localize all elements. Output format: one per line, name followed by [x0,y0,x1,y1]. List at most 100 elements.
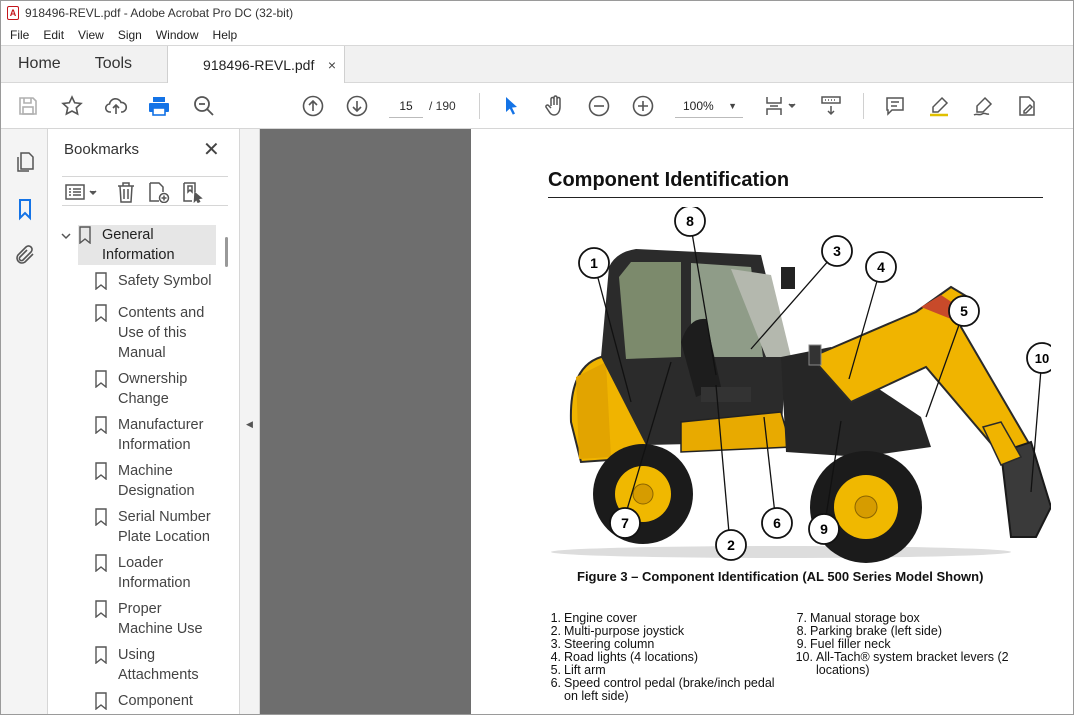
svg-text:10: 10 [1035,351,1049,366]
bookmark-contents-and-use[interactable]: Contents and Use of this Manual [94,303,204,363]
acrobat-app-icon: A [7,6,19,20]
attachment-paperclip-icon[interactable] [13,243,37,267]
edit-pdf-icon[interactable] [1015,94,1039,118]
delete-bookmark-icon[interactable] [114,181,138,203]
bookmark-label: Manufacturer Information [118,417,204,453]
page-thumbnails-icon[interactable] [13,150,37,174]
menu-sign[interactable]: Sign [111,28,149,42]
svg-text:8: 8 [686,213,694,229]
zoom-level-value: 100% [683,99,714,113]
callout-6: 6 [761,507,793,539]
collapse-panel-handle[interactable]: ◀ [240,129,260,714]
loader-figure: 1 8 3 4 5 10 7 2 6 9 [551,207,1051,563]
bookmark-label: Contents and Use of this Manual [118,305,205,361]
heading-rule [548,197,1043,198]
new-bookmark-icon[interactable] [146,181,170,204]
toolbar: 15 / 190 100% ▼ [1,83,1073,129]
toolbar-divider [863,93,864,119]
close-tab-icon[interactable]: × [328,57,336,73]
callout-5: 5 [948,295,980,327]
bookmark-label: Safety Symbol [118,273,212,289]
bookmarks-toolbar [62,176,228,206]
bookmark-proper-machine-use[interactable]: Proper Machine Use [94,599,203,639]
legend-item: 10. All-Tach® system bracket levers (2 loc… [795,650,1009,677]
scroll-mode-icon[interactable] [819,94,843,118]
svg-text:2: 2 [727,537,735,553]
previous-page-icon[interactable] [301,94,325,118]
bookmark-ownership-change[interactable]: Ownership Change [94,369,187,409]
print-icon[interactable] [147,94,171,118]
tab-tools[interactable]: Tools [78,46,149,82]
menu-bar: File Edit View Sign Window Help [1,25,1073,45]
sign-icon[interactable] [971,94,995,118]
svg-text:4: 4 [877,259,885,275]
menu-window[interactable]: Window [149,28,206,42]
bookmark-manufacturer-information[interactable]: Manufacturer Information [94,415,203,455]
callout-1: 1 [578,247,610,279]
bookmark-safety-symbol[interactable]: Safety Symbol [94,271,212,291]
menu-view[interactable]: View [71,28,111,42]
navigation-rail [1,129,48,714]
chevron-left-icon: ◀ [246,419,253,429]
page-background [260,129,471,714]
acrobat-window: A 918496-REVL.pdf - Adobe Acrobat Pro DC… [0,0,1074,715]
document-viewport: ◀ Component Identification 1 8 3 4 5 10 … [240,129,1073,714]
bookmark-loader-information[interactable]: Loader Information [94,553,191,593]
callout-8: 8 [674,207,706,237]
callout-2: 2 [715,529,747,561]
bookmark-general-information[interactable]: General Information [78,225,216,265]
tab-bar: Home Tools 918496-REVL.pdf × [1,45,1073,83]
bookmarks-scrollbar[interactable] [223,225,233,714]
pdf-page: Component Identification 1 8 3 4 5 10 7 … [471,129,1073,714]
save-icon[interactable] [16,94,40,118]
bookmark-icon [94,508,108,527]
chevron-down-icon[interactable] [60,229,72,241]
svg-text:5: 5 [960,303,968,319]
callout-10: 10 [1026,342,1051,374]
bookmark-label: Serial Number Plate Location [118,509,211,545]
menu-file[interactable]: File [1,28,36,42]
bookmark-component[interactable]: Component [94,691,193,711]
select-cursor-icon[interactable] [499,94,523,118]
highlight-pen-icon[interactable] [927,94,951,118]
page-number-input[interactable]: 15 [389,94,423,118]
upload-cloud-icon[interactable] [104,94,128,118]
menu-edit[interactable]: Edit [36,28,71,42]
tab-document[interactable]: 918496-REVL.pdf × [167,46,346,83]
svg-text:1: 1 [590,255,598,271]
tab-home[interactable]: Home [1,46,78,82]
bookmark-icon [94,646,108,665]
page-total: / 190 [429,99,456,113]
bookmark-serial-number-plate[interactable]: Serial Number Plate Location [94,507,211,547]
next-page-icon[interactable] [345,94,369,118]
search-zoom-icon[interactable] [192,94,216,118]
scrollbar-thumb[interactable] [225,237,228,267]
svg-text:7: 7 [621,515,629,531]
hand-tool-icon[interactable] [543,94,567,118]
svg-text:9: 9 [820,521,828,537]
legend-left-column: 1. Engine cover 2. Multi-purpose joystick … [547,612,787,703]
close-icon[interactable]: ✕ [203,137,220,162]
bookmark-label: Machine Designation [118,463,195,499]
svg-text:6: 6 [773,515,781,531]
bookmark-label: Component [118,693,193,709]
comment-icon[interactable] [883,94,907,118]
bookmark-panel-icon[interactable] [13,197,37,221]
legend-item: 6. Speed control pedal (brake/inch pedal o… [550,676,775,703]
bookmark-options-icon[interactable] [64,181,100,203]
bookmarks-tree: General Information Safety Symbol Content… [56,225,218,714]
star-icon[interactable] [60,94,84,118]
bookmark-icon [78,226,92,245]
callout-7: 7 [609,507,641,539]
zoom-in-icon[interactable] [631,94,655,118]
bookmark-label: General Information [102,227,175,263]
zoom-level-select[interactable]: 100% ▼ [675,94,743,118]
bookmark-from-selection-icon[interactable] [180,181,204,204]
zoom-out-icon[interactable] [587,94,611,118]
bookmarks-panel: Bookmarks ✕ General Information Safety S… [48,129,240,714]
page-fit-icon[interactable] [763,94,799,118]
bookmark-using-attachments[interactable]: Using Attachments [94,645,199,685]
menu-help[interactable]: Help [206,28,245,42]
bookmark-machine-designation[interactable]: Machine Designation [94,461,195,501]
bookmark-icon [94,692,108,711]
